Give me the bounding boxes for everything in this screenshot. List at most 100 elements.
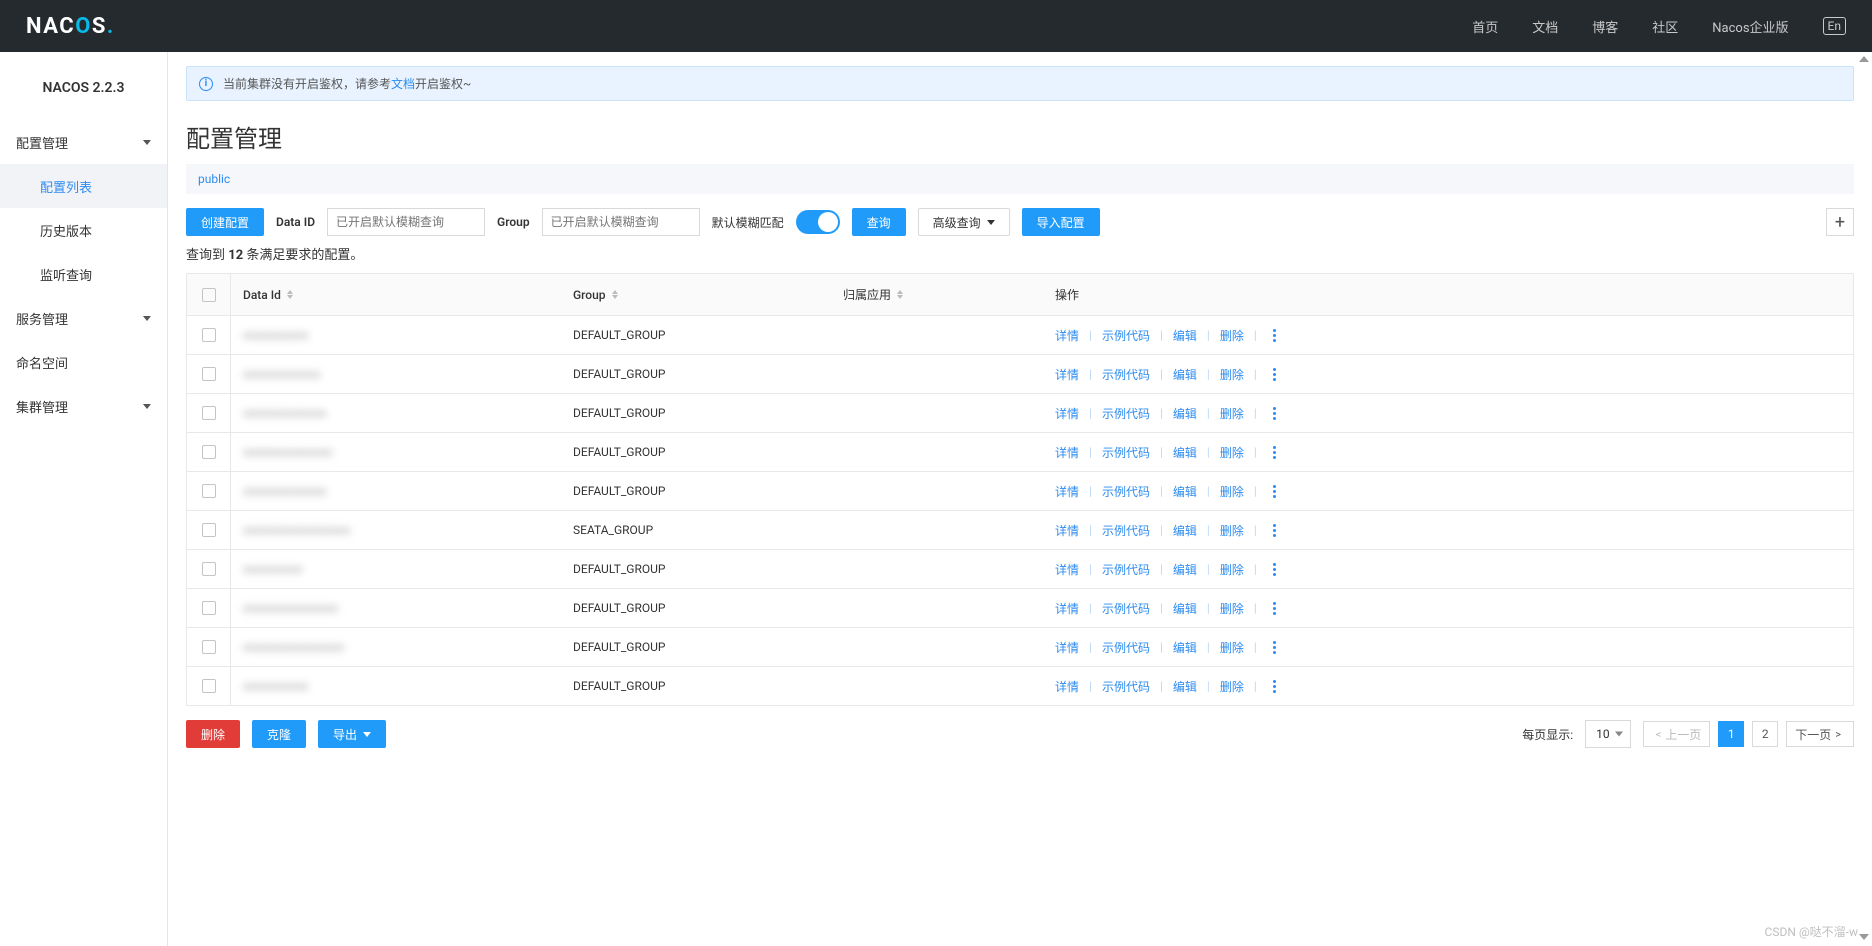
- row-checkbox[interactable]: [202, 640, 216, 654]
- row-checkbox[interactable]: [202, 328, 216, 342]
- detail-link[interactable]: 详情: [1055, 522, 1079, 539]
- delete-button[interactable]: 删除: [186, 720, 240, 748]
- detail-link[interactable]: 详情: [1055, 366, 1079, 383]
- more-icon[interactable]: [1273, 641, 1276, 654]
- edit-link[interactable]: 编辑: [1173, 444, 1197, 461]
- more-icon[interactable]: [1273, 329, 1276, 342]
- more-icon[interactable]: [1273, 680, 1276, 693]
- delete-link[interactable]: 删除: [1220, 366, 1244, 383]
- nav-community[interactable]: 社区: [1652, 17, 1678, 36]
- sidebar-label: 集群管理: [16, 397, 68, 416]
- edit-link[interactable]: 编辑: [1173, 327, 1197, 344]
- delete-link[interactable]: 删除: [1220, 561, 1244, 578]
- search-button[interactable]: 查询: [852, 208, 906, 236]
- group-input[interactable]: [542, 208, 700, 236]
- page-size-select[interactable]: 10: [1585, 720, 1631, 748]
- nav-blog[interactable]: 博客: [1592, 17, 1618, 36]
- fuzzy-toggle[interactable]: [796, 210, 840, 234]
- nav-docs[interactable]: 文档: [1532, 17, 1558, 36]
- more-icon[interactable]: [1273, 446, 1276, 459]
- sidebar-group-cluster[interactable]: 集群管理: [0, 384, 167, 428]
- edit-link[interactable]: 编辑: [1173, 522, 1197, 539]
- row-checkbox[interactable]: [202, 562, 216, 576]
- edit-link[interactable]: 编辑: [1173, 678, 1197, 695]
- more-icon[interactable]: [1273, 368, 1276, 381]
- delete-link[interactable]: 删除: [1220, 522, 1244, 539]
- row-checkbox[interactable]: [202, 601, 216, 615]
- example-link[interactable]: 示例代码: [1102, 561, 1150, 578]
- ops-cell: 详情|示例代码|编辑|删除|: [1043, 630, 1853, 665]
- notice-link[interactable]: 文档: [391, 77, 415, 91]
- sidebar-item-history[interactable]: 历史版本: [0, 208, 167, 252]
- detail-link[interactable]: 详情: [1055, 444, 1079, 461]
- detail-link[interactable]: 详情: [1055, 600, 1079, 617]
- col-group[interactable]: Group: [561, 279, 831, 311]
- sidebar-item-namespace[interactable]: 命名空间: [0, 340, 167, 384]
- row-checkbox[interactable]: [202, 679, 216, 693]
- example-link[interactable]: 示例代码: [1102, 483, 1150, 500]
- example-link[interactable]: 示例代码: [1102, 327, 1150, 344]
- nav-home[interactable]: 首页: [1472, 17, 1498, 36]
- sidebar-item-config-list[interactable]: 配置列表: [0, 164, 167, 208]
- create-config-button[interactable]: 创建配置: [186, 208, 264, 236]
- import-config-button[interactable]: 导入配置: [1022, 208, 1100, 236]
- delete-link[interactable]: 删除: [1220, 483, 1244, 500]
- delete-link[interactable]: 删除: [1220, 600, 1244, 617]
- example-link[interactable]: 示例代码: [1102, 600, 1150, 617]
- clone-button[interactable]: 克隆: [252, 720, 306, 748]
- example-link[interactable]: 示例代码: [1102, 405, 1150, 422]
- delete-link[interactable]: 删除: [1220, 678, 1244, 695]
- row-checkbox[interactable]: [202, 367, 216, 381]
- row-checkbox[interactable]: [202, 406, 216, 420]
- scrollbar[interactable]: [1858, 54, 1870, 942]
- more-icon[interactable]: [1273, 563, 1276, 576]
- example-link[interactable]: 示例代码: [1102, 444, 1150, 461]
- more-icon[interactable]: [1273, 407, 1276, 420]
- chevron-down-icon: [143, 404, 151, 409]
- sidebar-item-listener[interactable]: 监听查询: [0, 252, 167, 296]
- example-link[interactable]: 示例代码: [1102, 522, 1150, 539]
- example-link[interactable]: 示例代码: [1102, 366, 1150, 383]
- example-link[interactable]: 示例代码: [1102, 678, 1150, 695]
- edit-link[interactable]: 编辑: [1173, 600, 1197, 617]
- edit-link[interactable]: 编辑: [1173, 405, 1197, 422]
- example-link[interactable]: 示例代码: [1102, 639, 1150, 656]
- edit-link[interactable]: 编辑: [1173, 561, 1197, 578]
- sidebar-group-service[interactable]: 服务管理: [0, 296, 167, 340]
- nav-enterprise[interactable]: Nacos企业版: [1712, 17, 1788, 36]
- page-1[interactable]: 1: [1718, 721, 1744, 747]
- more-icon[interactable]: [1273, 524, 1276, 537]
- edit-link[interactable]: 编辑: [1173, 639, 1197, 656]
- export-button[interactable]: 导出: [318, 720, 386, 748]
- page-2[interactable]: 2: [1752, 721, 1778, 747]
- detail-link[interactable]: 详情: [1055, 678, 1079, 695]
- prev-page-button[interactable]: <上一页: [1643, 721, 1711, 747]
- add-button[interactable]: +: [1826, 208, 1854, 236]
- delete-link[interactable]: 删除: [1220, 639, 1244, 656]
- detail-link[interactable]: 详情: [1055, 639, 1079, 656]
- edit-link[interactable]: 编辑: [1173, 483, 1197, 500]
- row-checkbox[interactable]: [202, 484, 216, 498]
- more-icon[interactable]: [1273, 602, 1276, 615]
- next-page-button[interactable]: 下一页>: [1786, 721, 1854, 747]
- more-icon[interactable]: [1273, 485, 1276, 498]
- detail-link[interactable]: 详情: [1055, 483, 1079, 500]
- row-checkbox[interactable]: [202, 523, 216, 537]
- row-checkbox[interactable]: [202, 445, 216, 459]
- lang-toggle[interactable]: En: [1823, 17, 1846, 35]
- dataid-input[interactable]: [327, 208, 485, 236]
- delete-link[interactable]: 删除: [1220, 327, 1244, 344]
- delete-link[interactable]: 删除: [1220, 405, 1244, 422]
- group-cell: DEFAULT_GROUP: [573, 484, 665, 498]
- detail-link[interactable]: 详情: [1055, 327, 1079, 344]
- sidebar-group-config[interactable]: 配置管理: [0, 120, 167, 164]
- edit-link[interactable]: 编辑: [1173, 366, 1197, 383]
- col-dataid[interactable]: Data Id: [231, 279, 561, 311]
- col-app[interactable]: 归属应用: [831, 277, 1043, 312]
- select-all-checkbox[interactable]: [202, 288, 216, 302]
- delete-link[interactable]: 删除: [1220, 444, 1244, 461]
- advanced-search-button[interactable]: 高级查询: [918, 208, 1010, 236]
- detail-link[interactable]: 详情: [1055, 405, 1079, 422]
- namespace-public[interactable]: public: [198, 172, 230, 186]
- detail-link[interactable]: 详情: [1055, 561, 1079, 578]
